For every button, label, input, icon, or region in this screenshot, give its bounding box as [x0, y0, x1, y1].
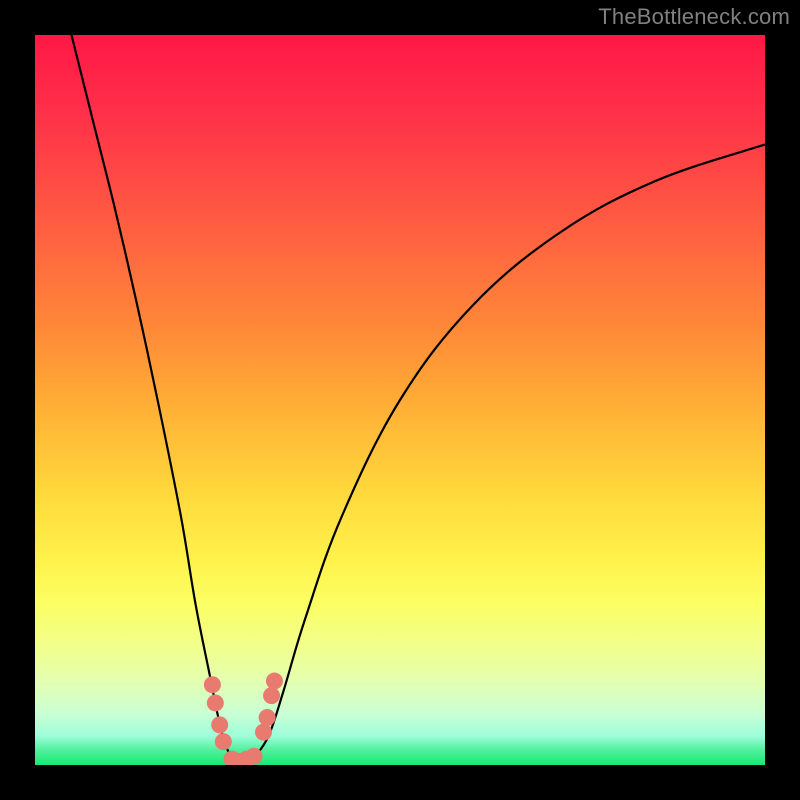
plot-area [35, 35, 765, 765]
data-marker [211, 716, 228, 733]
data-markers [204, 673, 283, 765]
data-marker [246, 748, 263, 765]
bottleneck-curve [72, 35, 766, 765]
data-marker [204, 676, 221, 693]
data-marker [207, 694, 224, 711]
data-marker [255, 724, 272, 741]
data-marker [263, 687, 280, 704]
data-marker [266, 673, 283, 690]
data-marker [215, 733, 232, 750]
chart-container: TheBottleneck.com [0, 0, 800, 800]
curve-svg [35, 35, 765, 765]
watermark-text: TheBottleneck.com [598, 4, 790, 30]
data-marker [259, 709, 276, 726]
